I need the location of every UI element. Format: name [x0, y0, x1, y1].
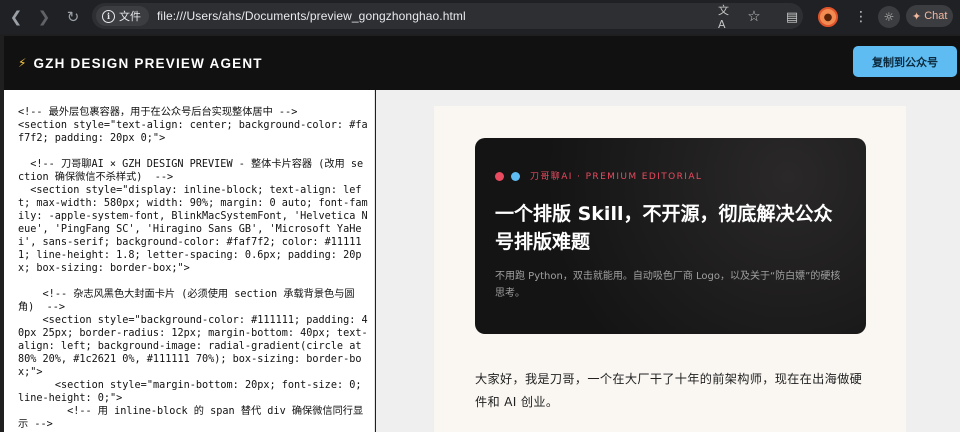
cover-card: 刀哥聊AI · PREMIUM EDITORIAL 一个排版 Skill，不开源… — [475, 138, 866, 334]
preview-panel: 刀哥聊AI · PREMIUM EDITORIAL 一个排版 Skill，不开源… — [376, 90, 960, 432]
star-icon[interactable]: ☆ — [745, 7, 763, 25]
app-header: ⚡ GZH DESIGN PREVIEW AGENT 复制到公众号 — [4, 36, 960, 90]
reload-icon[interactable]: ↻ — [61, 5, 85, 29]
cover-title: 一个排版 Skill，不开源，彻底解决公众号排版难题 — [495, 203, 833, 253]
blue-dot-icon — [511, 172, 520, 181]
copy-to-gzh-button[interactable]: 复制到公众号 — [853, 46, 957, 77]
file-chip-label: 文件 — [119, 10, 141, 23]
preview-page: 刀哥聊AI · PREMIUM EDITORIAL 一个排版 Skill，不开源… — [434, 106, 906, 432]
menu-icon[interactable]: ⋮ — [850, 6, 872, 28]
browser-toolbar: ❮ ❯ ↻ i 文件 file:///Users/ahs/Documents/p… — [0, 0, 960, 34]
app-title: GZH DESIGN PREVIEW AGENT — [33, 55, 263, 71]
bolt-icon: ⚡ — [18, 56, 27, 70]
sparkle-icon: ✦ — [912, 10, 922, 23]
site-info-chip[interactable]: i 文件 — [96, 6, 149, 26]
address-bar[interactable]: i 文件 file:///Users/ahs/Documents/preview… — [92, 3, 803, 31]
back-icon[interactable]: ❮ — [4, 5, 28, 29]
avatar[interactable]: ● — [818, 7, 838, 27]
url-text[interactable]: file:///Users/ahs/Documents/preview_gong… — [157, 9, 466, 23]
bulb-icon[interactable]: ☼ — [878, 6, 900, 28]
forward-icon[interactable]: ❯ — [32, 5, 56, 29]
article-intro: 大家好，我是刀哥，一个在大厂干了十年的前架构师，现在在出海做硬件和 AI 创业。 — [475, 372, 863, 409]
info-icon: i — [102, 9, 115, 23]
code-editor-text[interactable]: <!-- 最外层包裹容器，用于在公众号后台实现整体居中 --> <section… — [18, 106, 368, 431]
cover-description: 不用跑 Python，双击就能用。自动吸色厂商 Logo，以及关于“防白嫖”的硬… — [495, 271, 841, 299]
translate-icon[interactable]: 文A — [718, 4, 736, 31]
red-dot-icon — [495, 172, 504, 181]
code-panel[interactable]: <!-- 最外层包裹容器，用于在公众号后台实现整体居中 --> <section… — [4, 90, 375, 432]
chat-label: Chat — [924, 10, 948, 22]
cover-kicker: 刀哥聊AI · PREMIUM EDITORIAL — [530, 172, 703, 182]
chat-button[interactable]: ✦ Chat — [906, 5, 954, 27]
extensions-icon[interactable]: ▤ — [781, 6, 803, 28]
